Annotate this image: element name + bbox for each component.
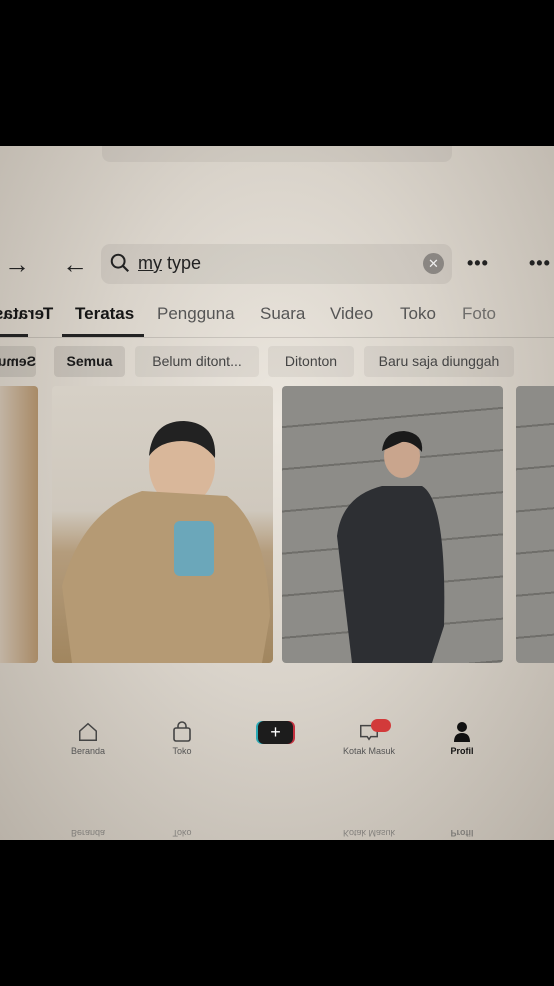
chip-semua[interactable]: Semua bbox=[54, 346, 125, 377]
video-thumbnail[interactable] bbox=[52, 386, 273, 663]
tab-suara[interactable]: Suara bbox=[260, 304, 305, 324]
search-input[interactable]: my type ✕ bbox=[101, 244, 452, 284]
profile-icon bbox=[454, 722, 470, 742]
plus-icon: + bbox=[270, 722, 281, 742]
nav-label: Profil bbox=[450, 746, 474, 756]
tab-pengguna[interactable]: Pengguna bbox=[157, 304, 235, 324]
video-thumbnail-mirror[interactable] bbox=[0, 386, 38, 663]
nav-toko[interactable]: Toko bbox=[147, 718, 217, 756]
more-dots-icon[interactable]: ••• bbox=[467, 244, 489, 282]
nav-kotak-masuk[interactable]: Kotak Masuk bbox=[334, 718, 404, 756]
filter-chips: Semua Semua Belum ditont... Ditonton Bar… bbox=[0, 346, 554, 378]
nav-beranda-reflection: Beranda bbox=[53, 828, 123, 840]
notification-badge bbox=[371, 719, 391, 732]
search-icon bbox=[110, 253, 130, 273]
nav-label: Kotak Masuk bbox=[342, 828, 396, 838]
home-icon bbox=[79, 722, 97, 741]
arrow-right-icon[interactable]: → bbox=[4, 244, 30, 284]
thumbnail-image bbox=[337, 431, 445, 663]
nav-label: Beranda bbox=[70, 746, 106, 756]
nav-label: Kotak Masuk bbox=[342, 746, 396, 756]
bottom-nav: Beranda Toko + Kotak Masuk Profil bbox=[0, 718, 554, 768]
create-button[interactable]: + bbox=[258, 721, 293, 744]
ghost-search-bar bbox=[102, 146, 452, 162]
tab-underline bbox=[0, 334, 28, 337]
nav-inbox-reflection: Kotak Masuk bbox=[334, 828, 404, 840]
arrow-left-icon[interactable]: ← bbox=[62, 244, 88, 284]
nav-toko-reflection: Toko bbox=[147, 828, 217, 840]
search-header: → ← my type ✕ ••• ••• bbox=[0, 244, 554, 284]
chip-belum-ditonton[interactable]: Belum ditont... bbox=[135, 346, 259, 377]
more-dots-icon[interactable]: ••• bbox=[529, 244, 551, 282]
tab-mirror: Teratas bbox=[0, 304, 54, 323]
video-thumbnail-mirror[interactable] bbox=[516, 386, 554, 663]
chip-ditonton[interactable]: Ditonton bbox=[268, 346, 354, 377]
nav-beranda[interactable]: Beranda bbox=[53, 718, 123, 756]
app-screen: → ← my type ✕ ••• ••• Teratas Teratas Pe… bbox=[0, 146, 554, 840]
bottom-nav-reflection: Beranda Toko + Kotak Masuk Profil bbox=[0, 816, 554, 840]
nav-label: Beranda bbox=[70, 828, 106, 838]
tab-teratas[interactable]: Teratas bbox=[75, 304, 134, 324]
shop-bag-icon bbox=[173, 721, 191, 742]
search-tabs: Teratas Teratas Pengguna Suara Video Tok… bbox=[0, 296, 554, 338]
tab-foto[interactable]: Foto bbox=[462, 304, 496, 324]
nav-label: Toko bbox=[172, 746, 192, 756]
nav-profil-reflection: Profil bbox=[427, 828, 497, 840]
chip-mirror: Semua bbox=[0, 346, 36, 377]
tab-video[interactable]: Video bbox=[330, 304, 373, 324]
video-thumbnail[interactable] bbox=[282, 386, 503, 663]
search-query: my type bbox=[138, 253, 202, 273]
nav-profil[interactable]: Profil bbox=[427, 718, 497, 756]
tab-underline bbox=[62, 334, 144, 337]
tab-toko[interactable]: Toko bbox=[400, 304, 436, 324]
chip-baru-diunggah[interactable]: Baru saja diunggah bbox=[364, 346, 514, 377]
close-icon[interactable]: ✕ bbox=[423, 253, 444, 274]
nav-label: Toko bbox=[172, 828, 192, 838]
nav-label: Profil bbox=[450, 828, 474, 838]
thumbnail-image bbox=[62, 421, 270, 663]
